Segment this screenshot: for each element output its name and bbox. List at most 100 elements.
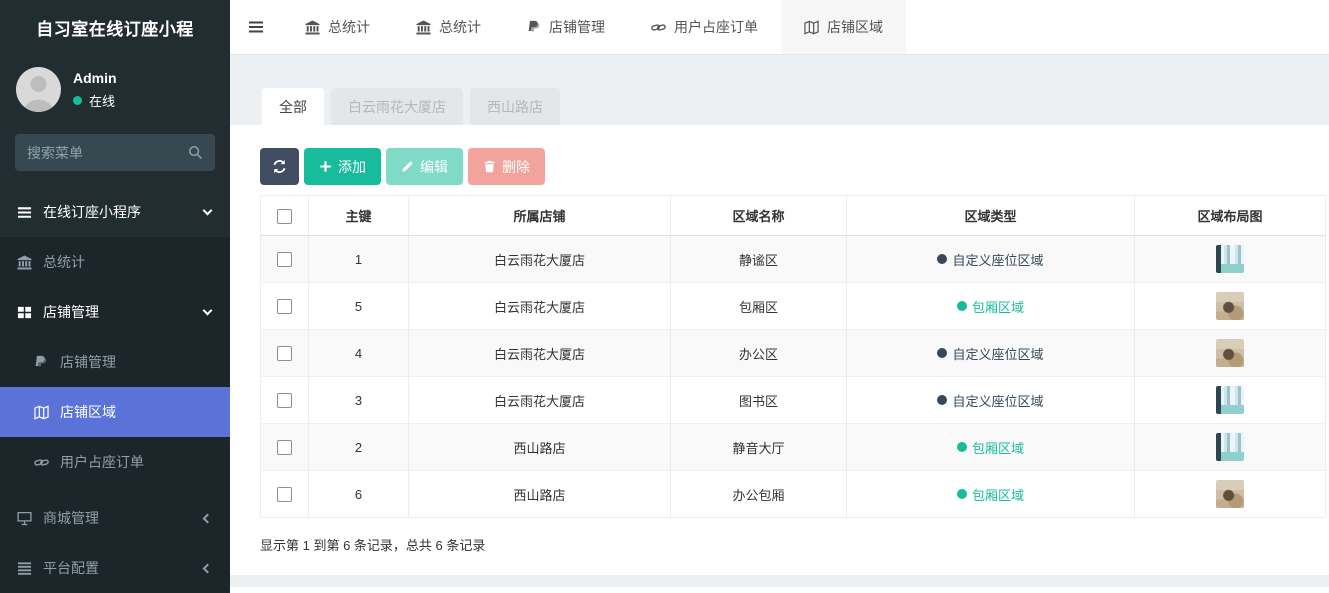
top-navbar: 总统计 总统计 店铺管理 用户占座订单 [230, 0, 1329, 55]
online-dot-icon [73, 96, 82, 105]
add-button[interactable]: 添加 [304, 148, 381, 185]
sidebar-item-label: 总统计 [43, 252, 215, 272]
table-row[interactable]: 3 白云雨花大厦店 图书区 自定义座位区域 [261, 377, 1326, 424]
search-icon[interactable] [188, 145, 203, 160]
cell-shop: 白云雨花大厦店 [409, 330, 671, 377]
area-table: 主键 所属店铺 区域名称 区域类型 区域布局图 1 白云雨花大厦店 静谧区 自定… [260, 195, 1326, 518]
nav-tab-shop-area[interactable]: 店铺区域 [781, 0, 906, 54]
plus-icon [319, 160, 332, 173]
map-icon [804, 20, 819, 35]
cell-type: 自定义座位区域 [847, 377, 1135, 424]
select-all-checkbox[interactable] [277, 209, 292, 224]
add-button-label: 添加 [338, 157, 366, 177]
cell-area: 办公区 [671, 330, 847, 377]
app-title: 自习室在线订座小程 [0, 0, 230, 55]
cell-layout [1135, 330, 1326, 377]
refresh-button[interactable] [260, 148, 299, 185]
bank-icon [416, 20, 431, 35]
row-checkbox[interactable] [277, 346, 292, 361]
table-row[interactable]: 6 西山路店 办公包厢 包厢区域 [261, 471, 1326, 518]
sidebar-search [15, 134, 215, 171]
sidebar-item-shop-area[interactable]: 店铺区域 [0, 387, 230, 437]
filter-tab-all[interactable]: 全部 [262, 88, 324, 125]
row-checkbox[interactable] [277, 299, 292, 314]
filter-tab-xishan[interactable]: 西山路店 [470, 88, 560, 125]
sidebar-item-label: 平台配置 [43, 558, 194, 578]
area-layout-image[interactable] [1216, 339, 1244, 367]
nav-tab-label: 店铺区域 [827, 17, 883, 37]
filter-tab-baiyun[interactable]: 白云雨花大厦店 [331, 88, 463, 125]
bank-icon [15, 255, 33, 270]
nav-tab-total-stats-2[interactable]: 总统计 [393, 0, 504, 54]
table-row[interactable]: 2 西山路店 静音大厅 包厢区域 [261, 424, 1326, 471]
user-status-label: 在线 [89, 91, 115, 110]
sidebar-toggle-icon[interactable] [230, 0, 282, 54]
pagination-summary: 显示第 1 到第 6 条记录，总共 6 条记录 [260, 535, 1326, 554]
cell-area: 办公包厢 [671, 471, 847, 518]
nav-tab-shop-management[interactable]: 店铺管理 [504, 0, 628, 54]
type-label: 自定义座位区域 [952, 391, 1043, 410]
cell-id: 5 [309, 283, 409, 330]
cell-shop: 白云雨花大厦店 [409, 236, 671, 283]
select-all-cell [261, 196, 309, 236]
cell-id: 1 [309, 236, 409, 283]
cell-area: 图书区 [671, 377, 847, 424]
sidebar-item-label: 商城管理 [43, 508, 194, 528]
cell-type: 包厢区域 [847, 424, 1135, 471]
nav-tab-label: 用户占座订单 [674, 17, 758, 37]
type-label: 包厢区域 [972, 297, 1024, 316]
table-row[interactable]: 4 白云雨花大厦店 办公区 自定义座位区域 [261, 330, 1326, 377]
area-layout-image[interactable] [1216, 245, 1244, 273]
sidebar-item-shop-management[interactable]: 店铺管理 [0, 287, 230, 337]
column-header-layout: 区域布局图 [1135, 196, 1326, 236]
row-checkbox[interactable] [277, 252, 292, 267]
row-checkbox[interactable] [277, 440, 292, 455]
type-dot-icon [957, 489, 967, 499]
user-status: 在线 [73, 91, 117, 110]
row-checkbox[interactable] [277, 393, 292, 408]
type-dot-icon [937, 395, 947, 405]
nav-tab-seat-orders[interactable]: 用户占座订单 [628, 0, 781, 54]
type-dot-icon [937, 348, 947, 358]
cell-shop: 白云雨花大厦店 [409, 283, 671, 330]
sidebar-item-total-stats[interactable]: 总统计 [0, 237, 230, 287]
bank-icon [305, 20, 320, 35]
cell-shop: 西山路店 [409, 471, 671, 518]
cell-id: 6 [309, 471, 409, 518]
paypal-icon [32, 355, 50, 369]
edit-button[interactable]: 编辑 [386, 148, 463, 185]
sidebar-item-mini-program[interactable]: 在线订座小程序 [0, 187, 230, 237]
sidebar-menu-block: 总统计 店铺管理 店铺管理 [0, 237, 230, 593]
cell-layout [1135, 377, 1326, 424]
delete-button[interactable]: 删除 [468, 148, 545, 185]
bars-icon [15, 205, 33, 220]
type-dot-icon [957, 301, 967, 311]
type-label: 自定义座位区域 [952, 250, 1043, 269]
table-header-row: 主键 所属店铺 区域名称 区域类型 区域布局图 [261, 196, 1326, 236]
chevron-left-icon [203, 563, 213, 573]
cell-layout [1135, 236, 1326, 283]
sidebar-item-seat-orders[interactable]: 用户占座订单 [0, 437, 230, 487]
area-layout-image[interactable] [1216, 386, 1244, 414]
area-layout-image[interactable] [1216, 433, 1244, 461]
link-icon [32, 455, 50, 470]
cell-layout [1135, 424, 1326, 471]
sidebar-item-mall-management[interactable]: 商城管理 [0, 493, 230, 543]
row-checkbox[interactable] [277, 487, 292, 502]
table-row[interactable]: 5 白云雨花大厦店 包厢区 包厢区域 [261, 283, 1326, 330]
sidebar-item-shop-management-sub[interactable]: 店铺管理 [0, 337, 230, 387]
content-panel: 添加 编辑 删除 [230, 125, 1329, 575]
sidebar-item-platform-config[interactable]: 平台配置 [0, 543, 230, 593]
area-layout-image[interactable] [1216, 292, 1244, 320]
cell-type: 自定义座位区域 [847, 236, 1135, 283]
pencil-icon [401, 160, 414, 173]
edit-button-label: 编辑 [420, 157, 448, 177]
cell-area: 包厢区 [671, 283, 847, 330]
link-icon [651, 20, 666, 35]
shop-filter-tabs: 全部 白云雨花大厦店 西山路店 [230, 55, 1329, 125]
table-row[interactable]: 1 白云雨花大厦店 静谧区 自定义座位区域 [261, 236, 1326, 283]
nav-tab-total-stats-1[interactable]: 总统计 [282, 0, 393, 54]
search-input[interactable] [27, 145, 180, 161]
nav-tab-label: 总统计 [439, 17, 481, 37]
area-layout-image[interactable] [1216, 480, 1244, 508]
